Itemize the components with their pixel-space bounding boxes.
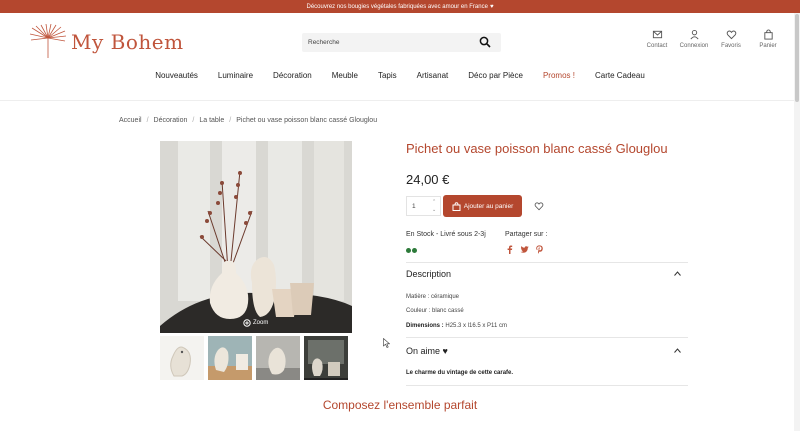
login-link[interactable]: Connexion xyxy=(677,29,711,49)
description-material: Matière : céramique xyxy=(406,294,460,300)
announcement-bar: Découvrez nos bougies végétales fabriqué… xyxy=(0,0,800,13)
nav-item-tapis[interactable]: Tapis xyxy=(378,71,397,80)
quantity-up-icon[interactable]: ⌃ xyxy=(432,198,436,206)
breadcrumb-decoration[interactable]: Décoration xyxy=(154,117,188,124)
nav-item-luminaire[interactable]: Luminaire xyxy=(218,71,253,80)
favorites-label: Favoris xyxy=(721,43,741,49)
nav-item-promos[interactable]: Promos ! xyxy=(543,71,575,80)
dimensions-label: Dimensions : xyxy=(406,323,444,329)
breadcrumb-separator: / xyxy=(192,117,195,124)
thumbnail-4[interactable] xyxy=(304,336,348,380)
heart-icon xyxy=(726,30,736,40)
nav-item-meuble[interactable]: Meuble xyxy=(332,71,358,80)
search-icon[interactable] xyxy=(479,36,491,48)
chevron-up-icon[interactable] xyxy=(674,348,681,353)
section-title: Composez l'ensemble parfait xyxy=(322,398,478,412)
twitter-icon[interactable] xyxy=(520,245,529,254)
zoom-button[interactable]: Zoom xyxy=(243,319,268,327)
nav-item-nouveautes[interactable]: Nouveautés xyxy=(155,71,198,80)
product-main-image[interactable] xyxy=(160,141,352,333)
main-nav: Nouveautés Luminaire Décoration Meuble T… xyxy=(0,71,800,80)
stock-indicator xyxy=(406,248,418,253)
login-label: Connexion xyxy=(679,43,709,49)
description-color: Couleur : blanc cassé xyxy=(406,308,464,314)
description-accordion-header[interactable]: Description xyxy=(406,269,451,279)
bag-icon xyxy=(452,201,461,211)
description-dimensions: Dimensions : H25.3 x l16.5 x P11 cm xyxy=(406,323,507,329)
nav-item-decoration[interactable]: Décoration xyxy=(273,71,312,80)
bag-icon xyxy=(763,29,773,40)
divider xyxy=(406,262,688,263)
stock-status: En Stock - Livré sous 2-3j xyxy=(406,231,486,238)
pinterest-icon[interactable] xyxy=(535,245,544,254)
breadcrumb-la-table[interactable]: La table xyxy=(199,117,224,124)
zoom-label: Zoom xyxy=(253,320,269,326)
social-share xyxy=(505,245,550,254)
quantity-stepper[interactable]: ⌃ ⌄ xyxy=(432,198,436,214)
quantity-down-icon[interactable]: ⌄ xyxy=(432,206,436,214)
nav-item-artisanat[interactable]: Artisanat xyxy=(417,71,449,80)
nav-item-carte-cadeau[interactable]: Carte Cadeau xyxy=(595,71,645,80)
add-to-cart-label: Ajouter au panier xyxy=(463,202,514,210)
thumbnail-strip xyxy=(160,336,352,380)
favorites-link[interactable]: Favoris xyxy=(714,29,748,49)
logo[interactable]: My Bohem xyxy=(28,24,184,60)
user-icon xyxy=(689,30,699,40)
vase-photo xyxy=(160,141,352,333)
facebook-icon[interactable] xyxy=(505,245,514,254)
breadcrumb-separator: / xyxy=(229,117,232,124)
cart-link[interactable]: Panier xyxy=(751,29,785,49)
divider xyxy=(406,337,688,338)
wishlist-heart-icon[interactable] xyxy=(534,201,544,211)
cart-label: Panier xyxy=(759,43,777,49)
divider xyxy=(406,385,688,386)
chevron-up-icon[interactable] xyxy=(674,271,681,276)
add-to-cart-button[interactable]: Ajouter au panier xyxy=(443,195,522,217)
search-placeholder: Recherche xyxy=(308,39,340,46)
announcement-text: Découvrez nos bougies végétales fabriqué… xyxy=(306,3,488,10)
scrollbar-thumb[interactable] xyxy=(795,14,799,102)
mouse-cursor-icon xyxy=(383,338,390,348)
stock-dot xyxy=(412,248,417,253)
mail-icon xyxy=(652,30,662,39)
product-price: 24,00 € xyxy=(406,172,450,187)
share-label: Partager sur : xyxy=(505,231,548,238)
on-aime-text: Le charme du vintage de cette carafe. xyxy=(406,370,513,376)
on-aime-accordion-header[interactable]: On aime ♥ xyxy=(406,346,448,356)
on-aime-text-bold: Le charme du vintage de cette carafe. xyxy=(406,370,514,376)
breadcrumb: Accueil / Décoration / La table / Pichet… xyxy=(119,117,377,124)
search-input[interactable]: Recherche xyxy=(302,33,501,52)
thumbnail-2[interactable] xyxy=(208,336,252,380)
breadcrumb-home[interactable]: Accueil xyxy=(119,117,142,124)
breadcrumb-separator: / xyxy=(146,117,149,124)
site-header: My Bohem Recherche Contact Connexion Fav… xyxy=(0,13,800,101)
palm-leaf-icon xyxy=(29,24,67,58)
heart-icon: ♥ xyxy=(489,3,494,10)
header-links: Contact Connexion Favoris Panier xyxy=(640,29,788,49)
thumbnail-3[interactable] xyxy=(256,336,300,380)
contact-link[interactable]: Contact xyxy=(640,29,674,49)
stock-dot xyxy=(406,248,411,253)
dimensions-value: H25.3 x l16.5 x P11 cm xyxy=(445,323,507,329)
breadcrumb-current: Pichet ou vase poisson blanc cassé Gloug… xyxy=(236,117,378,124)
nav-item-deco-par-piece[interactable]: Déco par Pièce xyxy=(468,71,523,80)
brand-name: My Bohem xyxy=(71,30,184,54)
contact-label: Contact xyxy=(646,43,668,49)
zoom-icon xyxy=(243,319,251,327)
thumbnail-1[interactable] xyxy=(160,336,204,380)
product-title: Pichet ou vase poisson blanc cassé Gloug… xyxy=(406,141,668,156)
